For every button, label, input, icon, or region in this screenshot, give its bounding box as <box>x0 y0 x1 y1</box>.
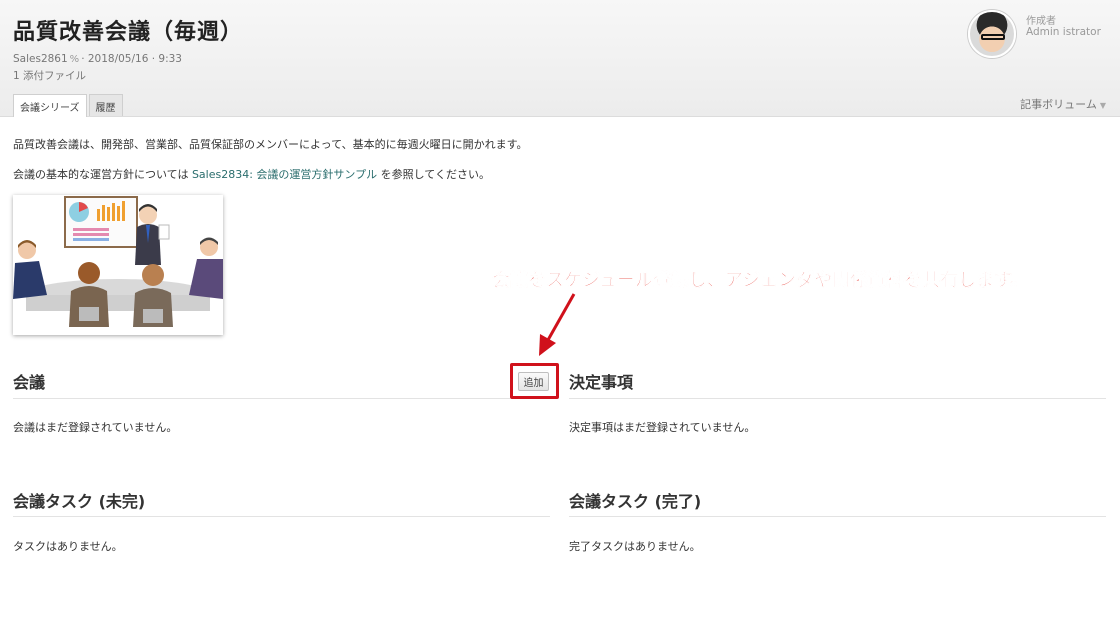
decisions-empty-message: 決定事項はまだ登録されていません。 <box>569 421 756 434</box>
author-name[interactable]: Admin istrator <box>1026 26 1101 38</box>
policy-suffix: を参照してください。 <box>380 168 490 181</box>
tab-bar: 会議シリーズ 履歴 <box>13 94 125 117</box>
link-icon[interactable]: % <box>70 54 80 65</box>
article-meta: Sales2861% · 2018/05/16 · 9:33 <box>13 53 182 65</box>
avatar[interactable] <box>968 10 1016 58</box>
page-title: 品質改善会議（毎週） <box>13 20 244 45</box>
done-tasks-title: 会議タスク (完了) <box>569 492 702 511</box>
policy-prefix: 会議の基本的な運営方針については <box>13 168 189 181</box>
open-tasks-title: 会議タスク (未完) <box>13 492 146 511</box>
author-label: 作成者 <box>1026 16 1056 27</box>
article-date: · 2018/05/16 · 9:33 <box>81 53 182 65</box>
meetings-title: 会議 <box>13 373 46 392</box>
policy-paragraph: 会議の基本的な運営方針については Sales2834: 会議の運営方針サンプル … <box>13 166 490 182</box>
meeting-illustration <box>13 195 223 335</box>
annotation-arrow-head <box>539 334 556 356</box>
article-volume-label: 記事ボリューム <box>1020 98 1097 111</box>
open-tasks-divider <box>13 516 550 517</box>
avatar-glasses <box>981 34 1005 40</box>
caret-down-icon: ▼ <box>1099 101 1106 110</box>
decisions-divider <box>569 398 1106 399</box>
add-meeting-button[interactable]: 追加 <box>518 372 549 391</box>
policy-link[interactable]: Sales2834: 会議の運営方針サンプル <box>192 168 377 181</box>
article-id[interactable]: Sales2861 <box>13 53 68 65</box>
meetings-empty-message: 会議はまだ登録されていません。 <box>13 421 178 434</box>
description-paragraph: 品質改善会議は、開発部、営業部、品質保証部のメンバーによって、基本的に毎週火曜日… <box>13 138 528 151</box>
done-tasks-divider <box>569 516 1106 517</box>
tab-meeting-series[interactable]: 会議シリーズ <box>13 94 87 117</box>
decisions-title: 決定事項 <box>569 373 634 392</box>
page-header: 品質改善会議（毎週） Sales2861% · 2018/05/16 · 9:33… <box>0 0 1120 117</box>
annotation-arrow-line <box>546 293 576 341</box>
article-volume-menu[interactable]: 記事ボリューム ▼ <box>1020 96 1106 112</box>
done-tasks-empty-message: 完了タスクはありません。 <box>569 540 701 553</box>
meetings-divider <box>13 398 510 399</box>
annotation-arrow-icon <box>539 293 576 356</box>
open-tasks-empty-message: タスクはありません。 <box>13 540 123 553</box>
tab-history[interactable]: 履歴 <box>88 94 123 116</box>
attachments-count[interactable]: 1 添付ファイル <box>13 68 86 83</box>
meeting-illustration-svg <box>13 195 223 335</box>
annotation-callout: 会議をスケジュール登録し、アジェンダや関係資料を共有します。 <box>492 270 1029 292</box>
